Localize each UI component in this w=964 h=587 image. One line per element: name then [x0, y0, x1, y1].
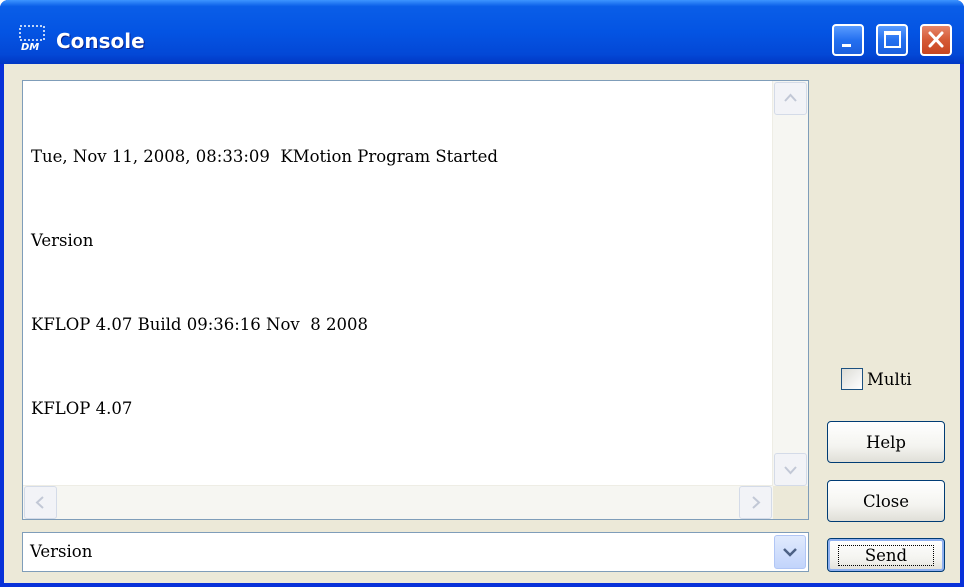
- send-button[interactable]: Send: [827, 538, 945, 572]
- output-line: Tue, Nov 11, 2008, 08:33:09 KMotion Prog…: [31, 147, 498, 166]
- maximize-icon: [884, 31, 901, 48]
- scroll-down-button[interactable]: [774, 453, 807, 486]
- chevron-right-icon: [752, 496, 761, 509]
- horizontal-scrollbar[interactable]: [23, 485, 773, 519]
- multi-label: Multi: [867, 369, 912, 389]
- maximize-button[interactable]: [876, 24, 908, 56]
- chevron-down-icon: [784, 466, 797, 475]
- multi-checkbox-row[interactable]: Multi: [841, 366, 912, 392]
- chevron-up-icon: [784, 93, 797, 102]
- chevron-left-icon: [35, 496, 44, 509]
- window-title: Console: [56, 29, 145, 53]
- scroll-right-button[interactable]: [739, 486, 772, 519]
- output-line: KFLOP 4.07 Build 09:36:16 Nov 8 2008: [31, 315, 368, 334]
- minimize-icon: [842, 44, 851, 47]
- svg-text:DM: DM: [21, 42, 39, 52]
- send-button-label: Send: [837, 544, 935, 566]
- title-bar[interactable]: DM Console: [0, 0, 964, 64]
- output-line: KFLOP 4.07: [31, 399, 133, 418]
- minimize-button[interactable]: [832, 24, 864, 56]
- vertical-scrollbar[interactable]: [772, 81, 808, 487]
- command-combobox[interactable]: Version: [22, 532, 809, 572]
- close-window-button[interactable]: [920, 24, 952, 56]
- scrollbar-corner: [773, 486, 808, 519]
- command-input-value[interactable]: Version: [30, 542, 92, 561]
- output-line: Version: [31, 231, 94, 250]
- multi-checkbox[interactable]: [841, 368, 863, 390]
- help-button-label: Help: [866, 432, 906, 452]
- chevron-down-icon: [783, 548, 797, 557]
- close-icon: [928, 31, 944, 48]
- close-button[interactable]: Close: [827, 480, 945, 522]
- scroll-up-button[interactable]: [774, 82, 807, 115]
- scroll-left-button[interactable]: [24, 486, 57, 519]
- help-button[interactable]: Help: [827, 421, 945, 463]
- close-button-label: Close: [862, 491, 910, 511]
- combo-dropdown-button[interactable]: [774, 535, 806, 569]
- console-output[interactable]: Tue, Nov 11, 2008, 08:33:09 KMotion Prog…: [22, 80, 809, 520]
- app-icon: DM: [19, 25, 45, 52]
- console-window: DM Console Tue, Nov 11, 2008, 08:33:09 K…: [0, 0, 964, 587]
